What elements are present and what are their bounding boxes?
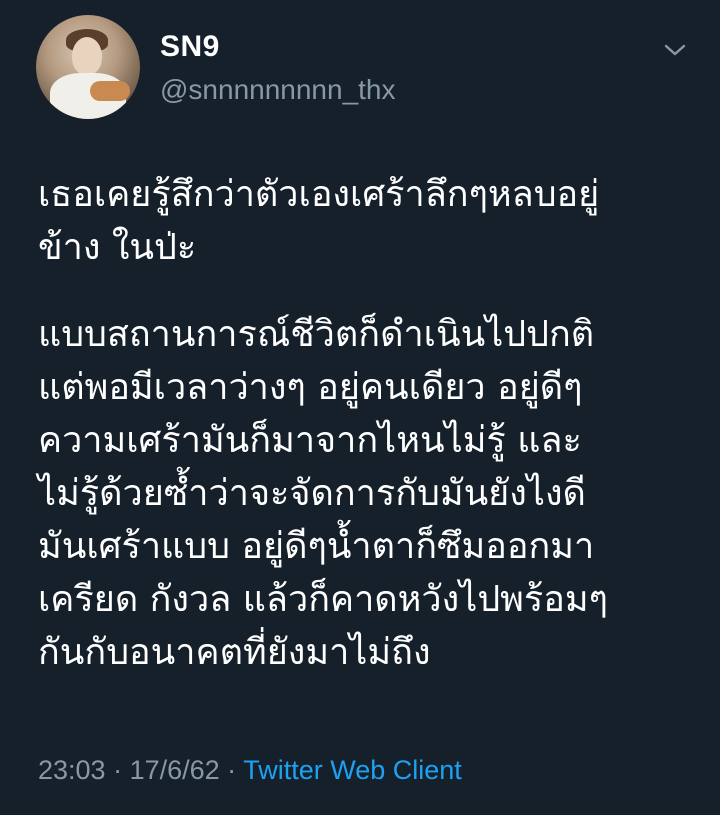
tweet-line: เครียด กังวล แล้วก็คาดหวังไปพร้อมๆ — [38, 579, 608, 620]
tweet-text: เธอเคยรู้สึกว่าตัวเองเศร้าลึกๆหลบอยู่ ข้… — [38, 168, 710, 679]
tweet-line: กันกับอนาคตที่ยังมาไม่ถึง — [38, 632, 431, 673]
avatar-arm — [90, 81, 130, 101]
tweet-paragraph-1: เธอเคยรู้สึกว่าตัวเองเศร้าลึกๆหลบอยู่ ข้… — [38, 168, 710, 274]
tweet-line: ข้าง ในป่ะ — [38, 227, 197, 268]
tweet-date[interactable]: 17/6/62 — [130, 755, 220, 785]
avatar[interactable] — [36, 15, 140, 119]
tweet-source-link[interactable]: Twitter Web Client — [243, 755, 462, 785]
meta-separator: · — [219, 755, 244, 785]
tweet-card: SN9 @snnnnnnnnn_thx เธอเคยรู้สึกว่าตัวเอ… — [0, 0, 720, 815]
tweet-line: มันเศร้าแบบ อยู่ดีๆน้ำตาก็ซึมออกมา — [38, 526, 595, 567]
user-handle[interactable]: @snnnnnnnnn_thx — [160, 74, 396, 106]
chevron-down-icon[interactable] — [662, 40, 688, 60]
tweet-line: ไม่รู้ด้วยซ้ำว่าจะจัดการกับมันยังไงดี — [38, 473, 586, 514]
tweet-time[interactable]: 23:03 — [38, 755, 106, 785]
tweet-line: แต่พอมีเวลาว่างๆ อยู่คนเดียว อยู่ดีๆ — [38, 367, 583, 408]
tweet-line: ความเศร้ามันก็มาจากไหนไม่รู้ และ — [38, 420, 582, 461]
tweet-paragraph-2: แบบสถานการณ์ชีวิตก็ดำเนินไปปกติ แต่พอมีเ… — [38, 308, 710, 679]
tweet-meta: 23:03 · 17/6/62 · Twitter Web Client — [38, 755, 462, 786]
avatar-face — [72, 37, 102, 75]
tweet-line: แบบสถานการณ์ชีวิตก็ดำเนินไปปกติ — [38, 314, 595, 355]
meta-separator: · — [105, 755, 130, 785]
display-name[interactable]: SN9 — [160, 30, 220, 64]
tweet-line: เธอเคยรู้สึกว่าตัวเองเศร้าลึกๆหลบอยู่ — [38, 174, 600, 215]
